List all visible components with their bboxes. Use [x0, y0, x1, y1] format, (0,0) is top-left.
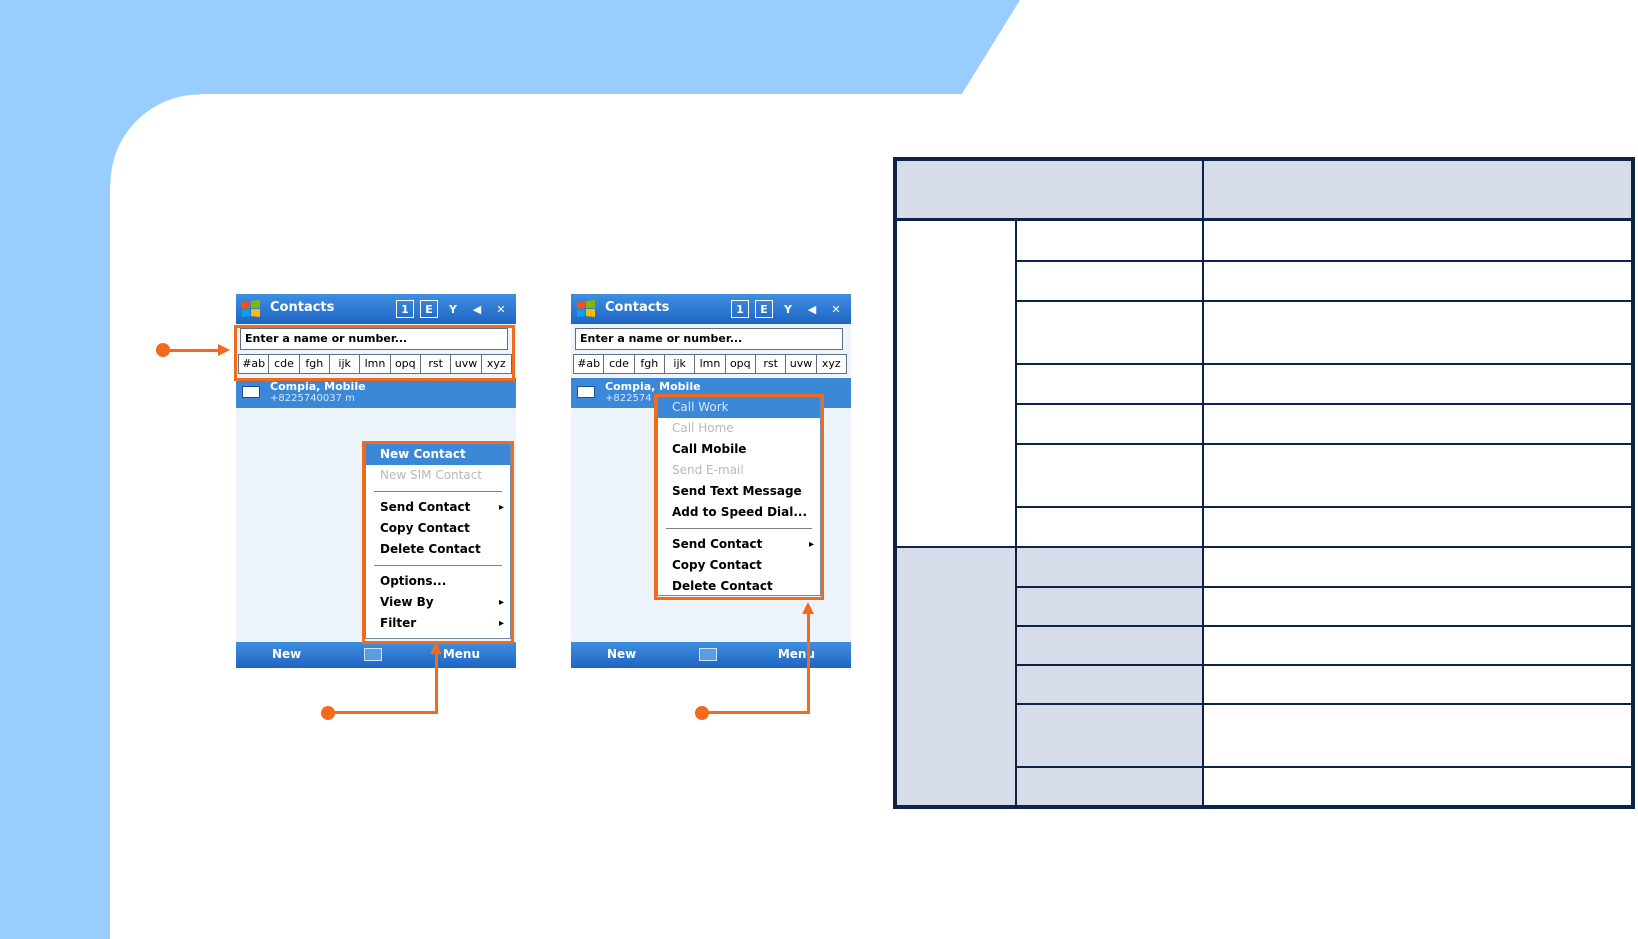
signal-icon[interactable]: Y [444, 300, 462, 318]
new-softkey[interactable]: New [607, 647, 636, 661]
close-icon[interactable]: ✕ [492, 300, 510, 318]
new-softkey[interactable]: New [272, 647, 301, 661]
volume-icon[interactable]: ◀ [803, 300, 821, 318]
letter-tab[interactable]: #ab [574, 355, 605, 373]
app-title: Contacts [270, 300, 335, 315]
header-band [0, 0, 1020, 94]
letter-tab[interactable]: uvw [786, 355, 817, 373]
callout-line [328, 711, 438, 714]
table-row-divider [1015, 586, 1631, 588]
table-row-divider [1015, 625, 1631, 627]
windows-start-icon[interactable] [240, 299, 262, 319]
keyboard-icon[interactable] [364, 648, 382, 661]
title-bar: Contacts 1 E Y ◀ ✕ [236, 294, 516, 324]
edge-icon[interactable]: E [420, 300, 438, 318]
close-icon[interactable]: ✕ [827, 300, 845, 318]
app-title: Contacts [605, 300, 670, 315]
windows-start-icon[interactable] [575, 299, 597, 319]
reference-table [893, 157, 1635, 809]
signal-icon[interactable]: Y [779, 300, 797, 318]
table-row-divider [1015, 664, 1631, 666]
letter-tab[interactable]: rst [756, 355, 787, 373]
callout-line [163, 349, 218, 352]
arrow-head-icon [802, 602, 814, 614]
table-row-divider [1015, 300, 1631, 302]
title-bar: Contacts 1 E Y ◀ ✕ [571, 294, 851, 324]
contact-name: Compia, Mobile [605, 380, 701, 393]
letter-tab[interactable]: ijk [665, 355, 696, 373]
contact-name: Compia, Mobile [270, 380, 366, 393]
letter-tab[interactable]: xyz [817, 355, 846, 373]
search-input[interactable]: Enter a name or number... [575, 328, 843, 350]
menu-softkey[interactable]: Menu [443, 647, 480, 661]
table-row-divider [1015, 363, 1631, 365]
contact-number: +822574 [605, 393, 652, 404]
letter-tab[interactable]: opq [726, 355, 756, 373]
table-row-divider [1015, 703, 1631, 705]
keyboard-icon[interactable] [699, 648, 717, 661]
notification-icon[interactable]: 1 [396, 300, 414, 318]
letter-filter-bar: #ab cde fgh ijk lmn opq rst uvw xyz [573, 354, 847, 374]
callout-line [435, 654, 438, 714]
notification-icon[interactable]: 1 [731, 300, 749, 318]
contact-card-icon [242, 386, 260, 398]
table-row-divider [1015, 443, 1631, 445]
menu-highlight-right [654, 394, 824, 600]
table-column-divider [1202, 161, 1204, 221]
table-header [897, 161, 1631, 221]
contact-card-icon [577, 386, 595, 398]
arrow-head-icon [430, 642, 442, 654]
contact-list-item[interactable]: Compia, Mobile +8225740037 m [236, 378, 516, 408]
volume-icon[interactable]: ◀ [468, 300, 486, 318]
callout-line [702, 711, 810, 714]
table-row-divider [1015, 506, 1631, 508]
arrow-head-icon [218, 344, 230, 356]
contact-number: +8225740037 m [270, 393, 355, 404]
left-band [0, 0, 200, 939]
letter-tab[interactable]: cde [604, 355, 635, 373]
edge-icon[interactable]: E [755, 300, 773, 318]
table-row-divider [1015, 766, 1631, 768]
menu-highlight-left [362, 441, 514, 644]
letter-tab[interactable]: lmn [695, 355, 726, 373]
table-group-label-cell [897, 548, 1015, 805]
table-row-divider [1015, 403, 1631, 405]
callout-line [807, 614, 810, 714]
search-area-highlight [234, 325, 515, 381]
soft-key-bar: New Menu [236, 642, 516, 668]
table-row-divider [1015, 260, 1631, 262]
letter-tab[interactable]: fgh [635, 355, 665, 373]
